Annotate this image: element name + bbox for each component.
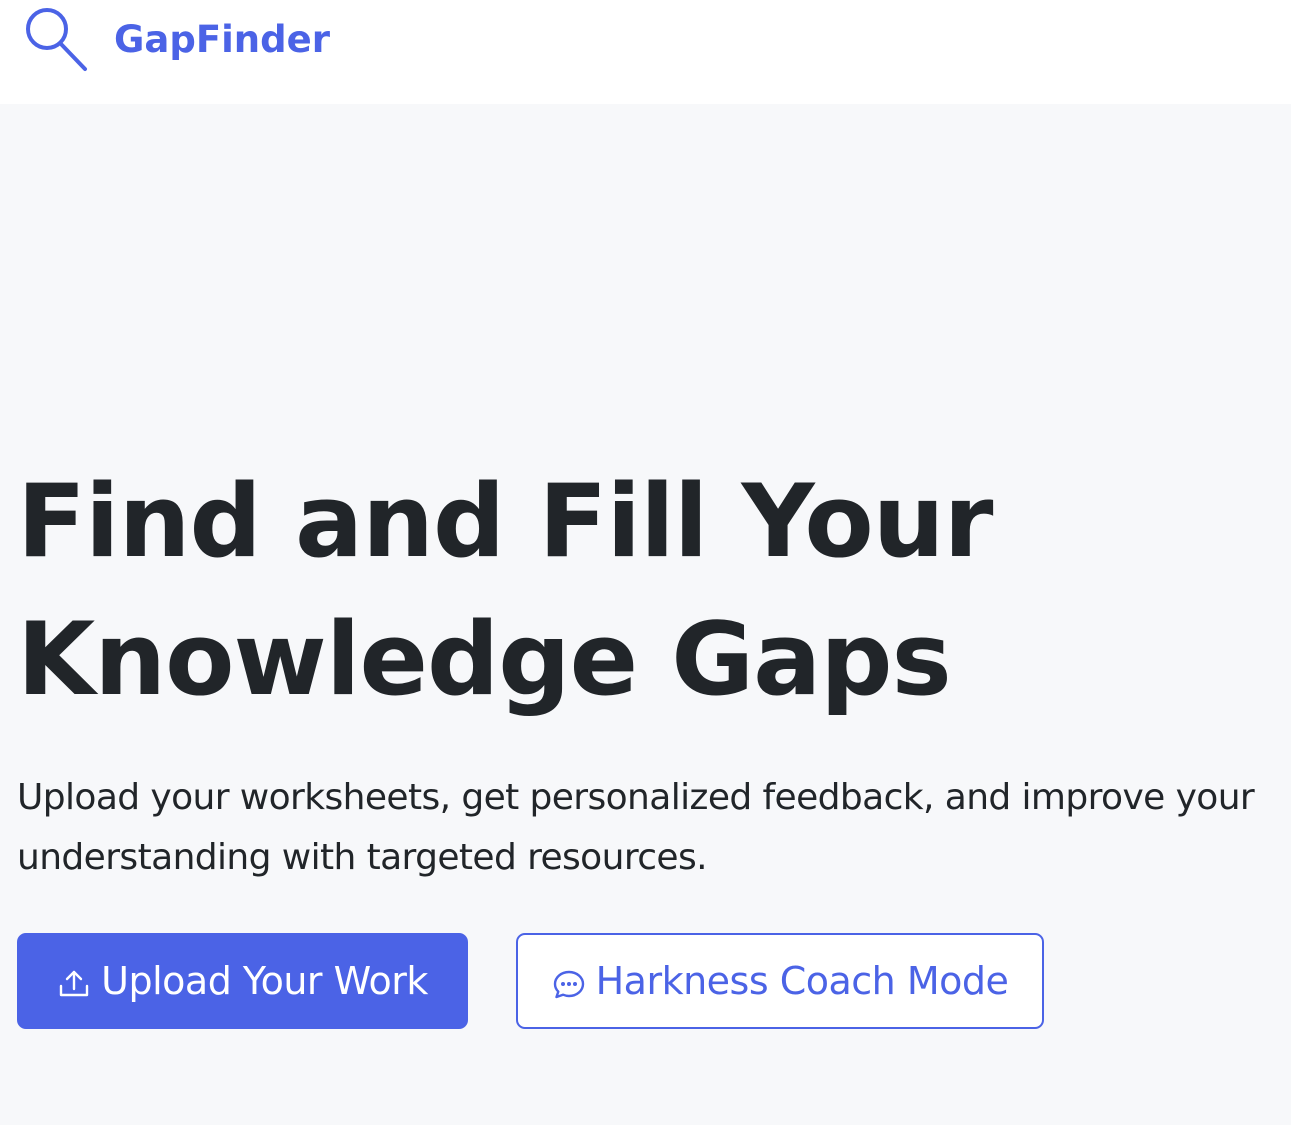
upload-your-work-button[interactable]: Upload Your Work <box>17 933 468 1029</box>
harkness-coach-mode-label: Harkness Coach Mode <box>595 959 1009 1003</box>
hero-title-line-2: Knowledge Gaps <box>17 600 952 718</box>
brand-link[interactable]: GapFinder <box>22 4 330 74</box>
hero-section: Find and Fill Your Knowledge Gaps Upload… <box>0 104 1291 1125</box>
upload-your-work-label: Upload Your Work <box>101 959 428 1003</box>
hero-title: Find and Fill Your Knowledge Gaps <box>17 452 1117 728</box>
hero-subtitle: Upload your worksheets, get personalized… <box>17 777 1255 878</box>
chat-bubble-icon <box>553 970 584 999</box>
hero-title-line-1: Find and Fill Your <box>17 462 993 580</box>
navbar: GapFinder <box>0 0 1291 104</box>
harkness-coach-mode-button[interactable]: Harkness Coach Mode <box>516 933 1044 1029</box>
upload-icon <box>59 970 89 997</box>
search-icon <box>26 8 87 71</box>
brand-name: GapFinder <box>114 17 330 61</box>
